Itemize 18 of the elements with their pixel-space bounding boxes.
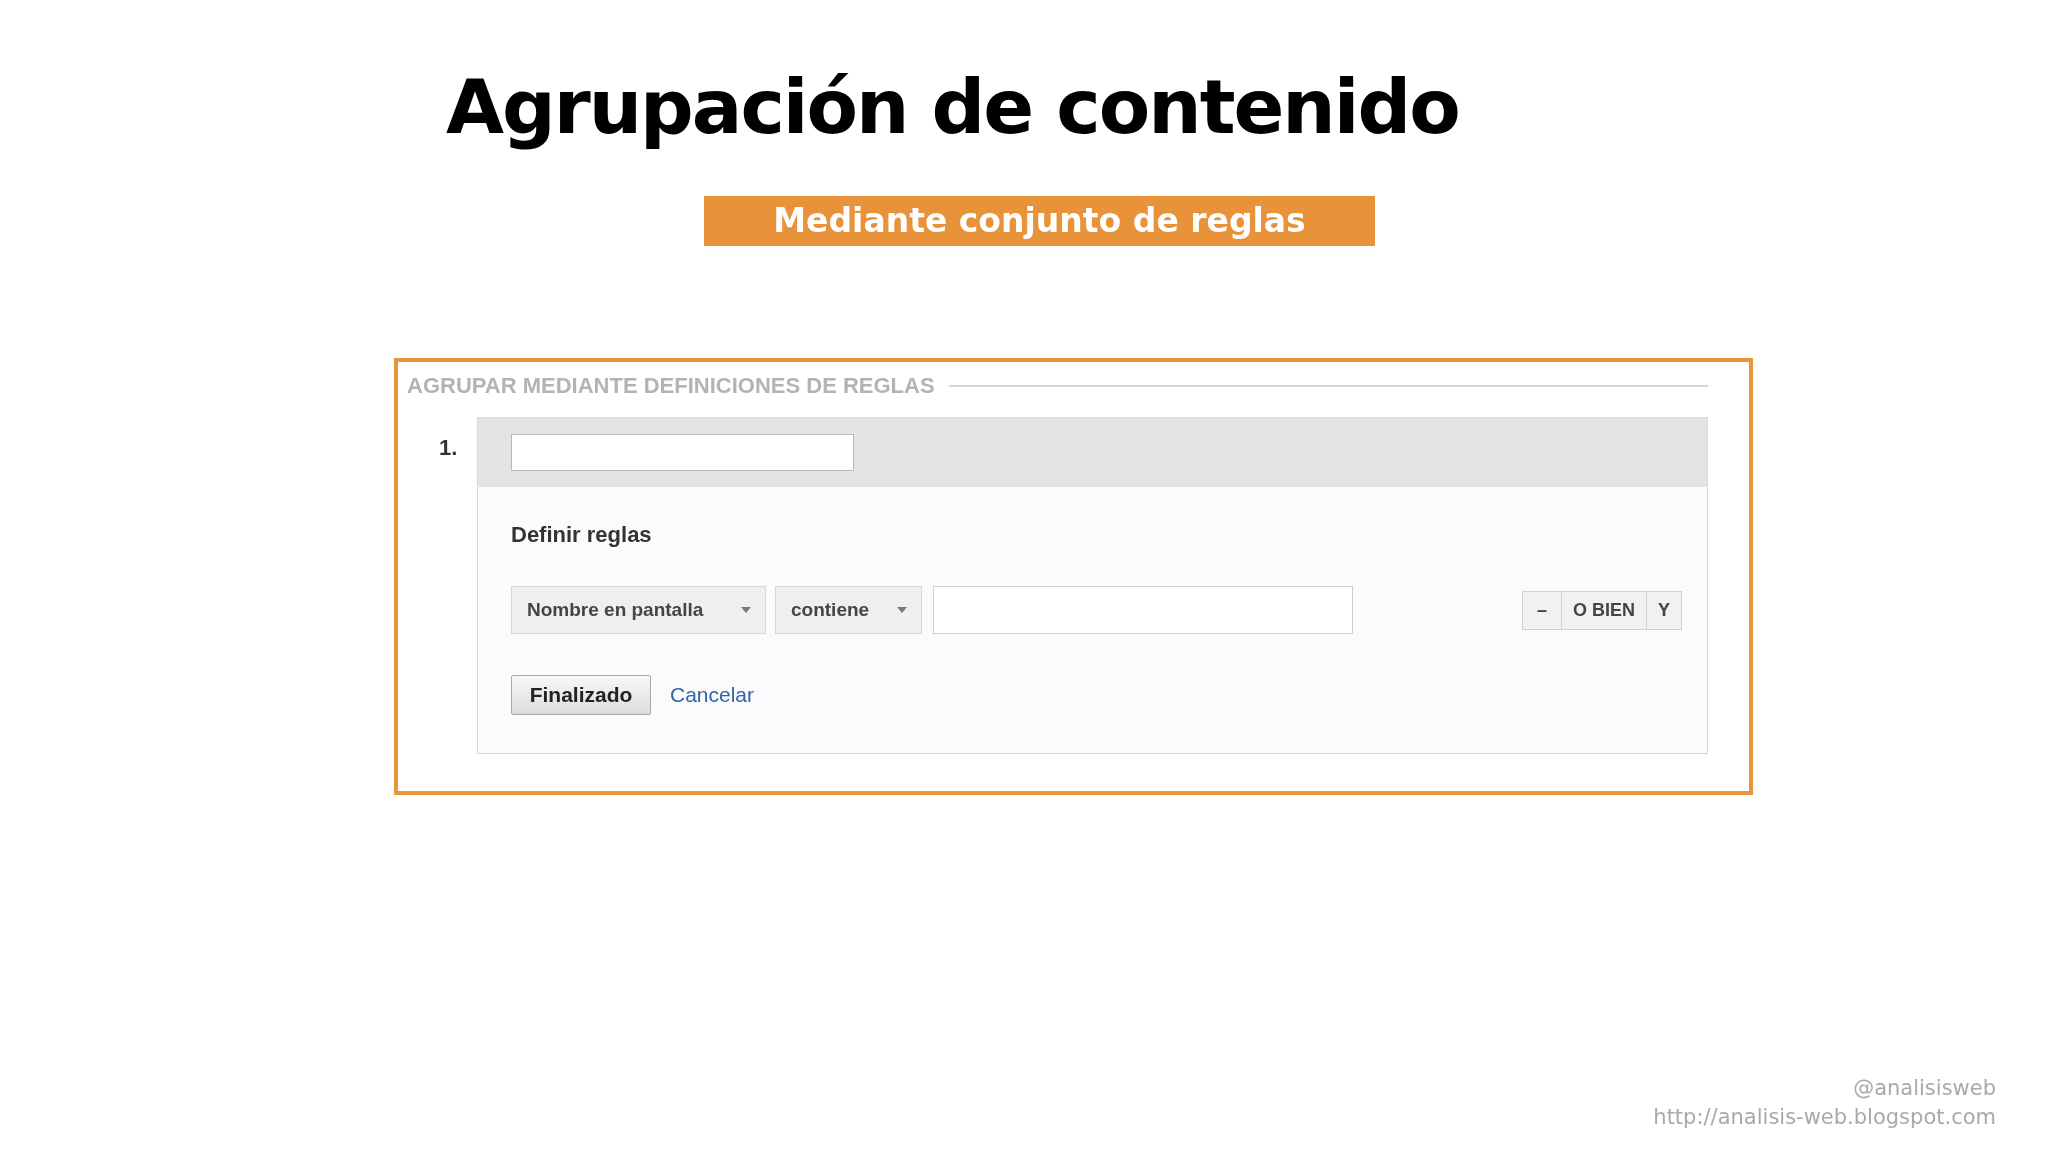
rules-heading: Definir reglas: [511, 522, 653, 547]
rule-logic-button[interactable]: O BIEN: [1560, 591, 1646, 629]
group-number: 1.: [439, 435, 458, 460]
rule-logic-button[interactable]: Y: [1646, 591, 1681, 629]
slide-title: Agrupación de contenido: [446, 62, 1459, 153]
author-handle: @analisisweb: [1853, 1075, 1996, 1102]
caret-icon: [897, 607, 907, 613]
section-heading: AGRUPAR MEDIANTE DEFINICIONES DE REGLAS: [407, 373, 935, 399]
operator-dropdown[interactable]: contiene: [775, 586, 922, 634]
cancel-link[interactable]: Cancelar: [670, 683, 755, 707]
done-button[interactable]: Finalizado: [511, 675, 651, 715]
subtitle-banner: Mediante conjunto de reglas: [704, 196, 1375, 246]
rule-value-input[interactable]: [933, 586, 1353, 634]
dimension-dropdown[interactable]: Nombre en pantalla: [511, 586, 766, 634]
rule-logic-button[interactable]: –: [1522, 591, 1561, 629]
blog-url: http://analisis-web.blogspot.com: [1653, 1104, 1996, 1131]
group-name-input[interactable]: [511, 434, 854, 471]
caret-icon: [741, 607, 751, 613]
